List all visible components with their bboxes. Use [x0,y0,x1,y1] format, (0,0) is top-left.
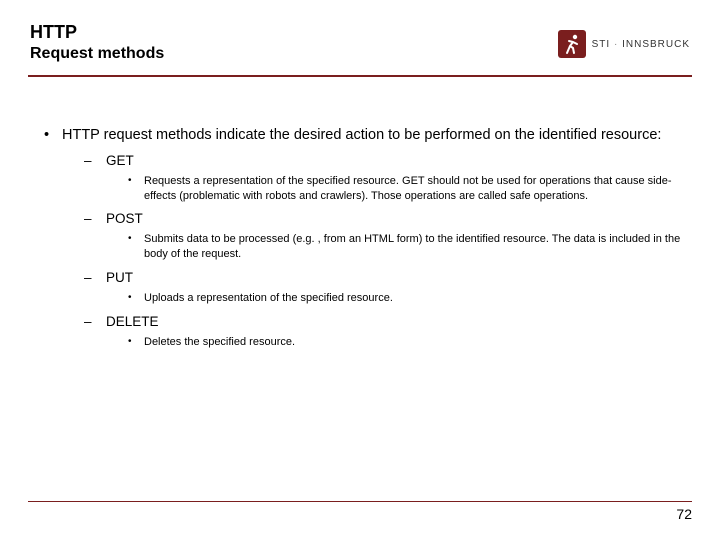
method-desc: Deletes the specified resource. [128,335,690,350]
method-name: PUT [106,270,133,285]
slide-header: HTTP Request methods STI · INNSBRUCK [0,0,720,71]
method-desc: Requests a representation of the specifi… [128,174,690,204]
method-item: GET Requests a representation of the spe… [84,153,690,204]
intro-text: HTTP request methods indicate the desire… [62,127,661,143]
intro-bullet: HTTP request methods indicate the desire… [44,127,690,350]
brand-logo: STI · INNSBRUCK [558,30,690,58]
brand-prefix: STI [592,39,611,50]
method-item: DELETE Deletes the specified resource. [84,314,690,350]
slide-footer: 72 [28,501,692,522]
method-item: PUT Uploads a representation of the spec… [84,270,690,306]
brand-text: STI · INNSBRUCK [592,39,690,50]
runner-icon [558,30,586,58]
method-name: DELETE [106,314,159,329]
method-name: GET [106,153,134,168]
method-item: POST Submits data to be processed (e.g. … [84,211,690,262]
slide-body: HTTP request methods indicate the desire… [0,77,720,350]
page-number: 72 [28,506,692,522]
method-desc: Submits data to be processed (e.g. , fro… [128,232,690,262]
footer-divider [28,501,692,502]
method-name: POST [106,211,143,226]
method-desc: Uploads a representation of the specifie… [128,291,690,306]
brand-suffix: INNSBRUCK [622,39,690,50]
